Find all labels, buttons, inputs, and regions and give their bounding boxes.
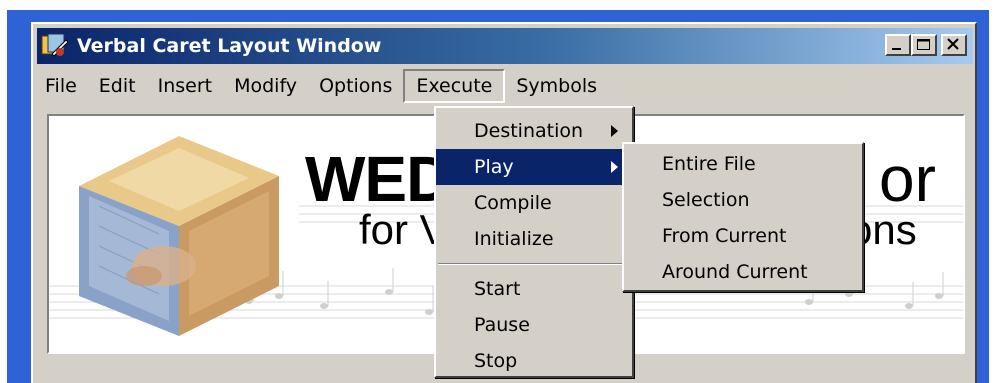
menu-item-compile[interactable]: Compile xyxy=(436,185,632,221)
submenu-arrow-icon xyxy=(611,125,618,137)
menu-edit[interactable]: Edit xyxy=(88,69,147,103)
menu-symbols[interactable]: Symbols xyxy=(505,69,608,103)
menu-item-from-current[interactable]: From Current xyxy=(624,218,862,254)
menu-item-label: Initialize xyxy=(474,228,554,250)
app-icon[interactable] xyxy=(40,32,70,60)
maximize-button[interactable] xyxy=(911,34,937,56)
menu-item-pause[interactable]: Pause xyxy=(436,307,632,343)
menu-item-stop[interactable]: Stop xyxy=(436,343,632,379)
desktop: Verbal Caret Layout Window File Edit Ins… xyxy=(0,0,995,383)
menu-execute[interactable]: Execute xyxy=(403,69,506,103)
menu-item-label: Start xyxy=(474,278,521,300)
submenu-arrow-icon xyxy=(611,161,618,173)
menu-separator xyxy=(436,257,632,271)
minimize-icon xyxy=(892,48,901,50)
menu-item-label: Stop xyxy=(474,350,518,372)
menu-item-around-current[interactable]: Around Current xyxy=(624,254,862,290)
menu-item-label: Destination xyxy=(474,120,584,142)
menu-options[interactable]: Options xyxy=(308,69,403,103)
menu-item-destination[interactable]: Destination xyxy=(436,113,632,149)
menu-bar: File Edit Insert Modify Options Execute … xyxy=(37,66,973,106)
menu-file[interactable]: File xyxy=(37,69,88,103)
maximize-icon xyxy=(917,39,930,50)
menu-item-initialize[interactable]: Initialize xyxy=(436,221,632,257)
play-submenu: Entire File Selection From Current Aroun… xyxy=(622,142,864,292)
close-button[interactable] xyxy=(941,34,967,56)
menu-item-start[interactable]: Start xyxy=(436,271,632,307)
title-bar[interactable]: Verbal Caret Layout Window xyxy=(37,28,973,64)
execute-menu: Destination Play Compile Initialize Star… xyxy=(434,106,634,378)
menu-insert[interactable]: Insert xyxy=(147,69,224,103)
minimize-button[interactable] xyxy=(885,34,911,56)
window-title: Verbal Caret Layout Window xyxy=(77,35,382,57)
menu-item-label: Play xyxy=(474,156,514,178)
menu-item-selection[interactable]: Selection xyxy=(624,182,862,218)
close-icon xyxy=(947,38,959,50)
menu-item-play[interactable]: Play xyxy=(436,149,632,185)
menu-modify[interactable]: Modify xyxy=(223,69,308,103)
menu-item-label: Entire File xyxy=(662,153,756,175)
menu-item-label: Pause xyxy=(474,314,530,336)
menu-item-label: From Current xyxy=(662,225,787,247)
menu-item-label: Selection xyxy=(662,189,750,211)
banner-title-right: or xyxy=(879,143,936,215)
banner-title: WED xyxy=(305,143,452,215)
caption-buttons xyxy=(885,34,967,58)
menu-item-label: Around Current xyxy=(662,261,808,283)
menu-item-label: Compile xyxy=(474,192,552,214)
menu-item-entire-file[interactable]: Entire File xyxy=(624,146,862,182)
